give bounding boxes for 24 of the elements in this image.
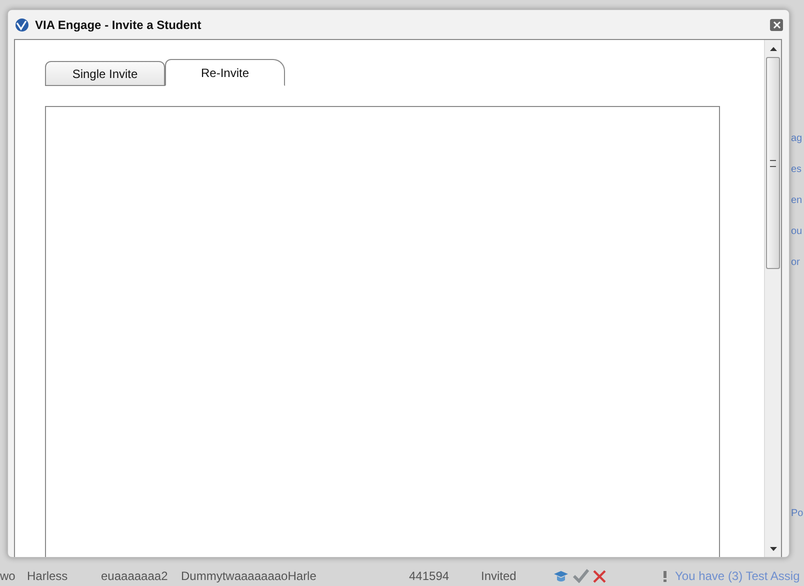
scrollbar[interactable] <box>764 40 781 557</box>
table-cell-text: 441594 <box>409 569 450 583</box>
background-link[interactable]: en <box>791 192 804 210</box>
logo-icon <box>15 18 29 32</box>
scroll-thumb[interactable] <box>766 57 780 269</box>
notification-link[interactable]: You have (3) Test Assig <box>675 569 800 583</box>
table-cell-text: euaaaaaaa2 <box>101 569 169 583</box>
background-link[interactable]: ag <box>791 130 804 148</box>
exclamation-icon <box>663 570 667 582</box>
background-link[interactable]: or <box>791 254 804 272</box>
table-cell-text: DummytwaaaaaaaoHarle <box>181 569 318 583</box>
cap-icon[interactable] <box>553 569 569 583</box>
background-link[interactable]: es <box>791 161 804 179</box>
table-cell-text: Invited <box>481 569 518 583</box>
tab[interactable]: Re-Invite <box>165 59 285 86</box>
background-link[interactable]: Po <box>791 505 804 523</box>
table-cell-text: wo <box>0 569 16 583</box>
window-title: VIA Engage - Invite a Student <box>35 18 202 32</box>
check-icon[interactable] <box>573 569 589 583</box>
tab[interactable]: Single Invite <box>45 61 165 86</box>
close-button[interactable] <box>770 18 783 30</box>
background-link[interactable]: ou <box>791 223 804 241</box>
cross-icon[interactable] <box>593 570 606 582</box>
table-cell-text: Harless <box>27 569 69 583</box>
